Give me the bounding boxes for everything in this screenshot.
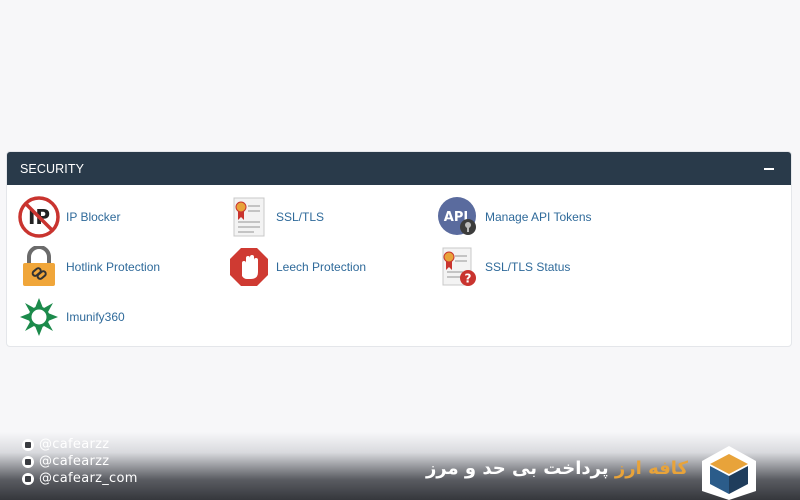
x-icon [22, 438, 34, 451]
social-handle: @cafearzz [39, 454, 110, 469]
instagram-icon [22, 472, 34, 485]
ssl-tls-status-label: SSL/TLS Status [485, 260, 571, 274]
manage-api-tokens-label: Manage API Tokens [485, 210, 592, 224]
brand-slogan: کافه ارز پرداخت بی حد و مرز [426, 458, 688, 479]
social-row-instagram: @cafearz_com [22, 470, 138, 487]
certificate-question-icon: ? [442, 247, 476, 286]
ip-blocker-label: IP Blocker [66, 210, 121, 224]
security-panel-header[interactable]: SECURITY [7, 152, 791, 185]
api-tokens-icon: API [438, 197, 476, 235]
social-handles: @cafearzz @cafearzz @cafearz_com [22, 436, 138, 487]
manage-api-tokens-link[interactable]: API Manage API Tokens [437, 195, 592, 239]
social-handle: @cafearz_com [39, 471, 138, 486]
social-row-telegram: @cafearzz [22, 453, 138, 470]
ssl-tls-label: SSL/TLS [276, 210, 325, 224]
collapse-icon[interactable] [763, 162, 777, 176]
hotlink-protection-link[interactable]: Hotlink Protection [18, 245, 160, 289]
ip-blocker-link[interactable]: IP IP Blocker [18, 195, 120, 239]
brand-name: کافه ارز [614, 458, 688, 479]
social-handle: @cafearzz [39, 437, 110, 452]
telegram-icon [22, 455, 34, 468]
brand-logo-icon [702, 446, 756, 500]
imunify360-label: Imunify360 [66, 310, 125, 324]
imunify360-link[interactable]: Imunify360 [18, 295, 125, 339]
hotlink-protection-label: Hotlink Protection [66, 260, 161, 274]
leech-protection-link[interactable]: Leech Protection [228, 245, 366, 289]
social-row-x: @cafearzz [22, 436, 138, 453]
panel-title: SECURITY [20, 161, 85, 176]
certificate-icon [233, 197, 265, 237]
stop-hand-icon [230, 248, 268, 286]
security-panel: SECURITY IP IP Blocker [6, 151, 792, 347]
ssl-tls-status-link[interactable]: ? SSL/TLS Status [437, 245, 570, 289]
security-items-grid: IP IP Blocker SSL/TLS API [7, 185, 791, 346]
ip-blocker-icon: IP [18, 196, 60, 238]
brand-tagline: پرداخت بی حد و مرز [425, 458, 615, 479]
padlock-link-icon [23, 246, 55, 286]
svg-text:?: ? [465, 272, 472, 286]
leech-protection-label: Leech Protection [276, 260, 367, 274]
ssl-tls-link[interactable]: SSL/TLS [228, 195, 324, 239]
imunify-star-icon [20, 298, 58, 336]
